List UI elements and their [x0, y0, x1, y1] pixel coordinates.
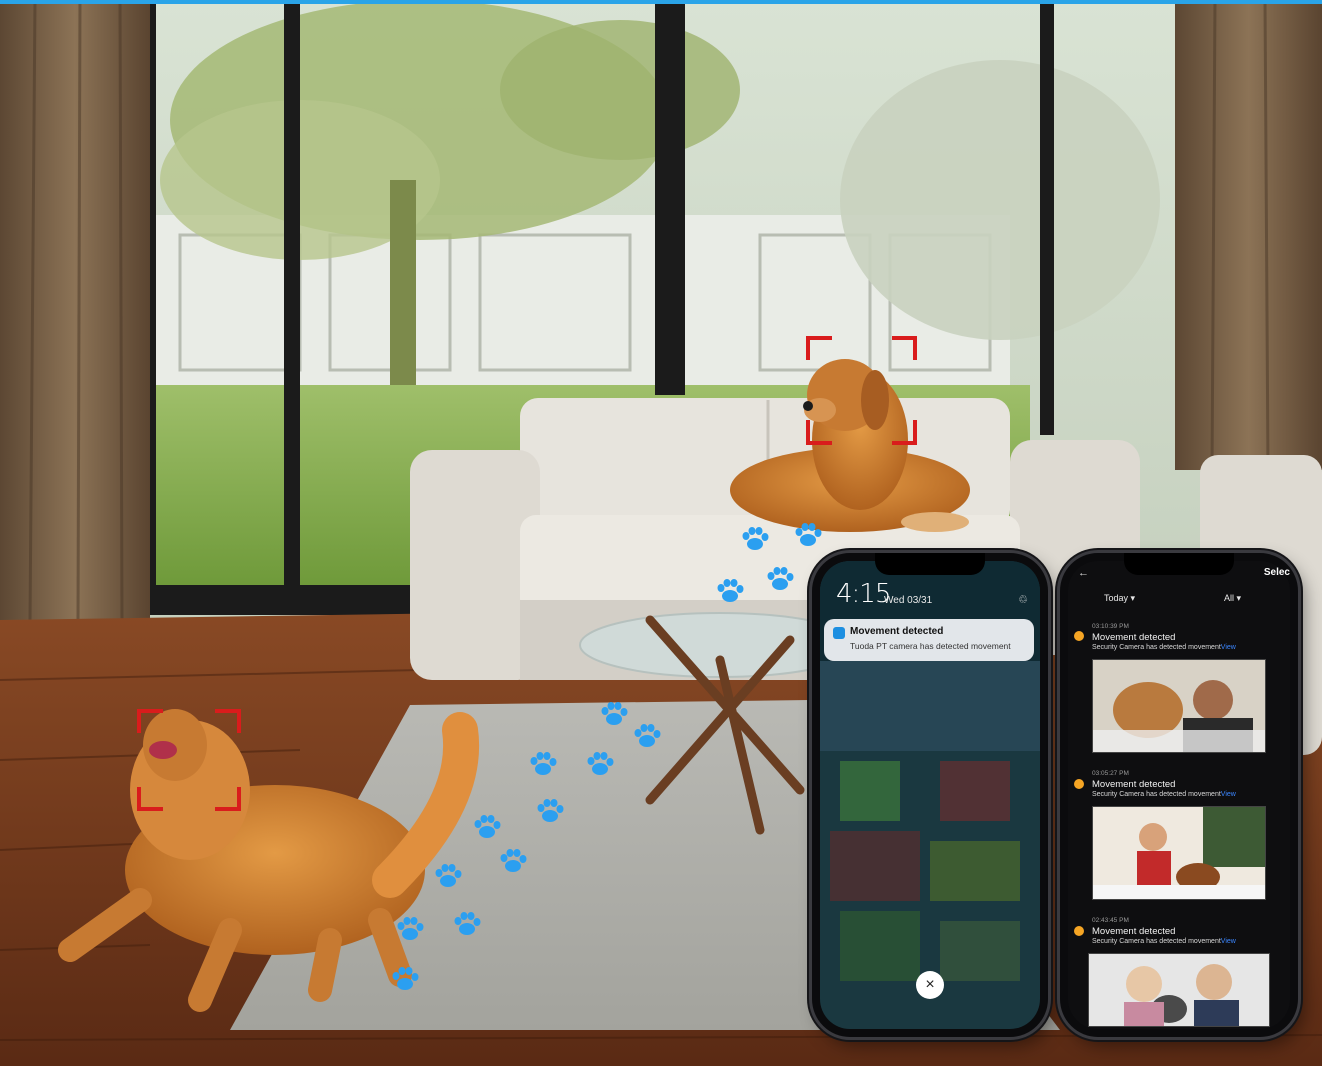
event-thumbnail[interactable] [1092, 806, 1266, 900]
view-link[interactable]: View [1221, 644, 1236, 651]
event-status-dot [1074, 631, 1084, 641]
phone-notch [1124, 553, 1234, 575]
view-link[interactable]: View [1221, 938, 1236, 945]
event-title: Movement detected [1092, 632, 1176, 643]
movement-notification[interactable]: Movement detected Tuoda PT camera has de… [824, 619, 1034, 661]
view-link[interactable]: View [1221, 791, 1236, 798]
type-filter[interactable]: All ▾ [1224, 593, 1241, 604]
lock-date: Wed 03/31 [884, 595, 933, 606]
bell-icon: ♲ [1018, 594, 1028, 606]
right-curtain [1175, 0, 1322, 470]
event-time: 02:43:45 PM [1092, 917, 1129, 924]
phone-app-screen: ← Selec Today ▾ All ▾ 03:10:39 PM Moveme… [1060, 553, 1298, 1037]
event-status-dot [1074, 779, 1084, 789]
notification-title: Movement detected [850, 626, 944, 637]
event-description: Security Camera has detected movementVie… [1092, 938, 1236, 945]
event-thumbnail[interactable] [1092, 659, 1266, 753]
event-title: Movement detected [1092, 926, 1176, 937]
date-filter[interactable]: Today ▾ [1104, 593, 1135, 604]
phone-lock-screen: 4:15 Wed 03/31 ♲ Movement detected Tuoda… [812, 553, 1048, 1037]
event-time: 03:10:39 PM [1092, 623, 1129, 630]
event-title: Movement detected [1092, 779, 1176, 790]
event-description: Security Camera has detected movementVie… [1092, 644, 1236, 651]
lock-time: 4:15 [836, 579, 891, 609]
notification-body: Tuoda PT camera has detected movement [850, 641, 1011, 651]
select-button[interactable]: Selec [1264, 567, 1290, 578]
tree-trunk [390, 180, 416, 420]
camera-app-icon [833, 627, 845, 639]
close-button[interactable]: × [916, 971, 944, 999]
phone-notch [875, 553, 985, 575]
event-description: Security Camera has detected movementVie… [1092, 791, 1236, 798]
back-arrow-icon[interactable]: ← [1078, 567, 1089, 579]
event-status-dot [1074, 926, 1084, 936]
accent-bar [0, 0, 1322, 4]
left-curtain [0, 0, 150, 625]
scene: 4:15 Wed 03/31 ♲ Movement detected Tuoda… [0, 0, 1322, 1066]
event-time: 03:05:27 PM [1092, 770, 1129, 777]
event-thumbnail[interactable] [1088, 953, 1270, 1027]
